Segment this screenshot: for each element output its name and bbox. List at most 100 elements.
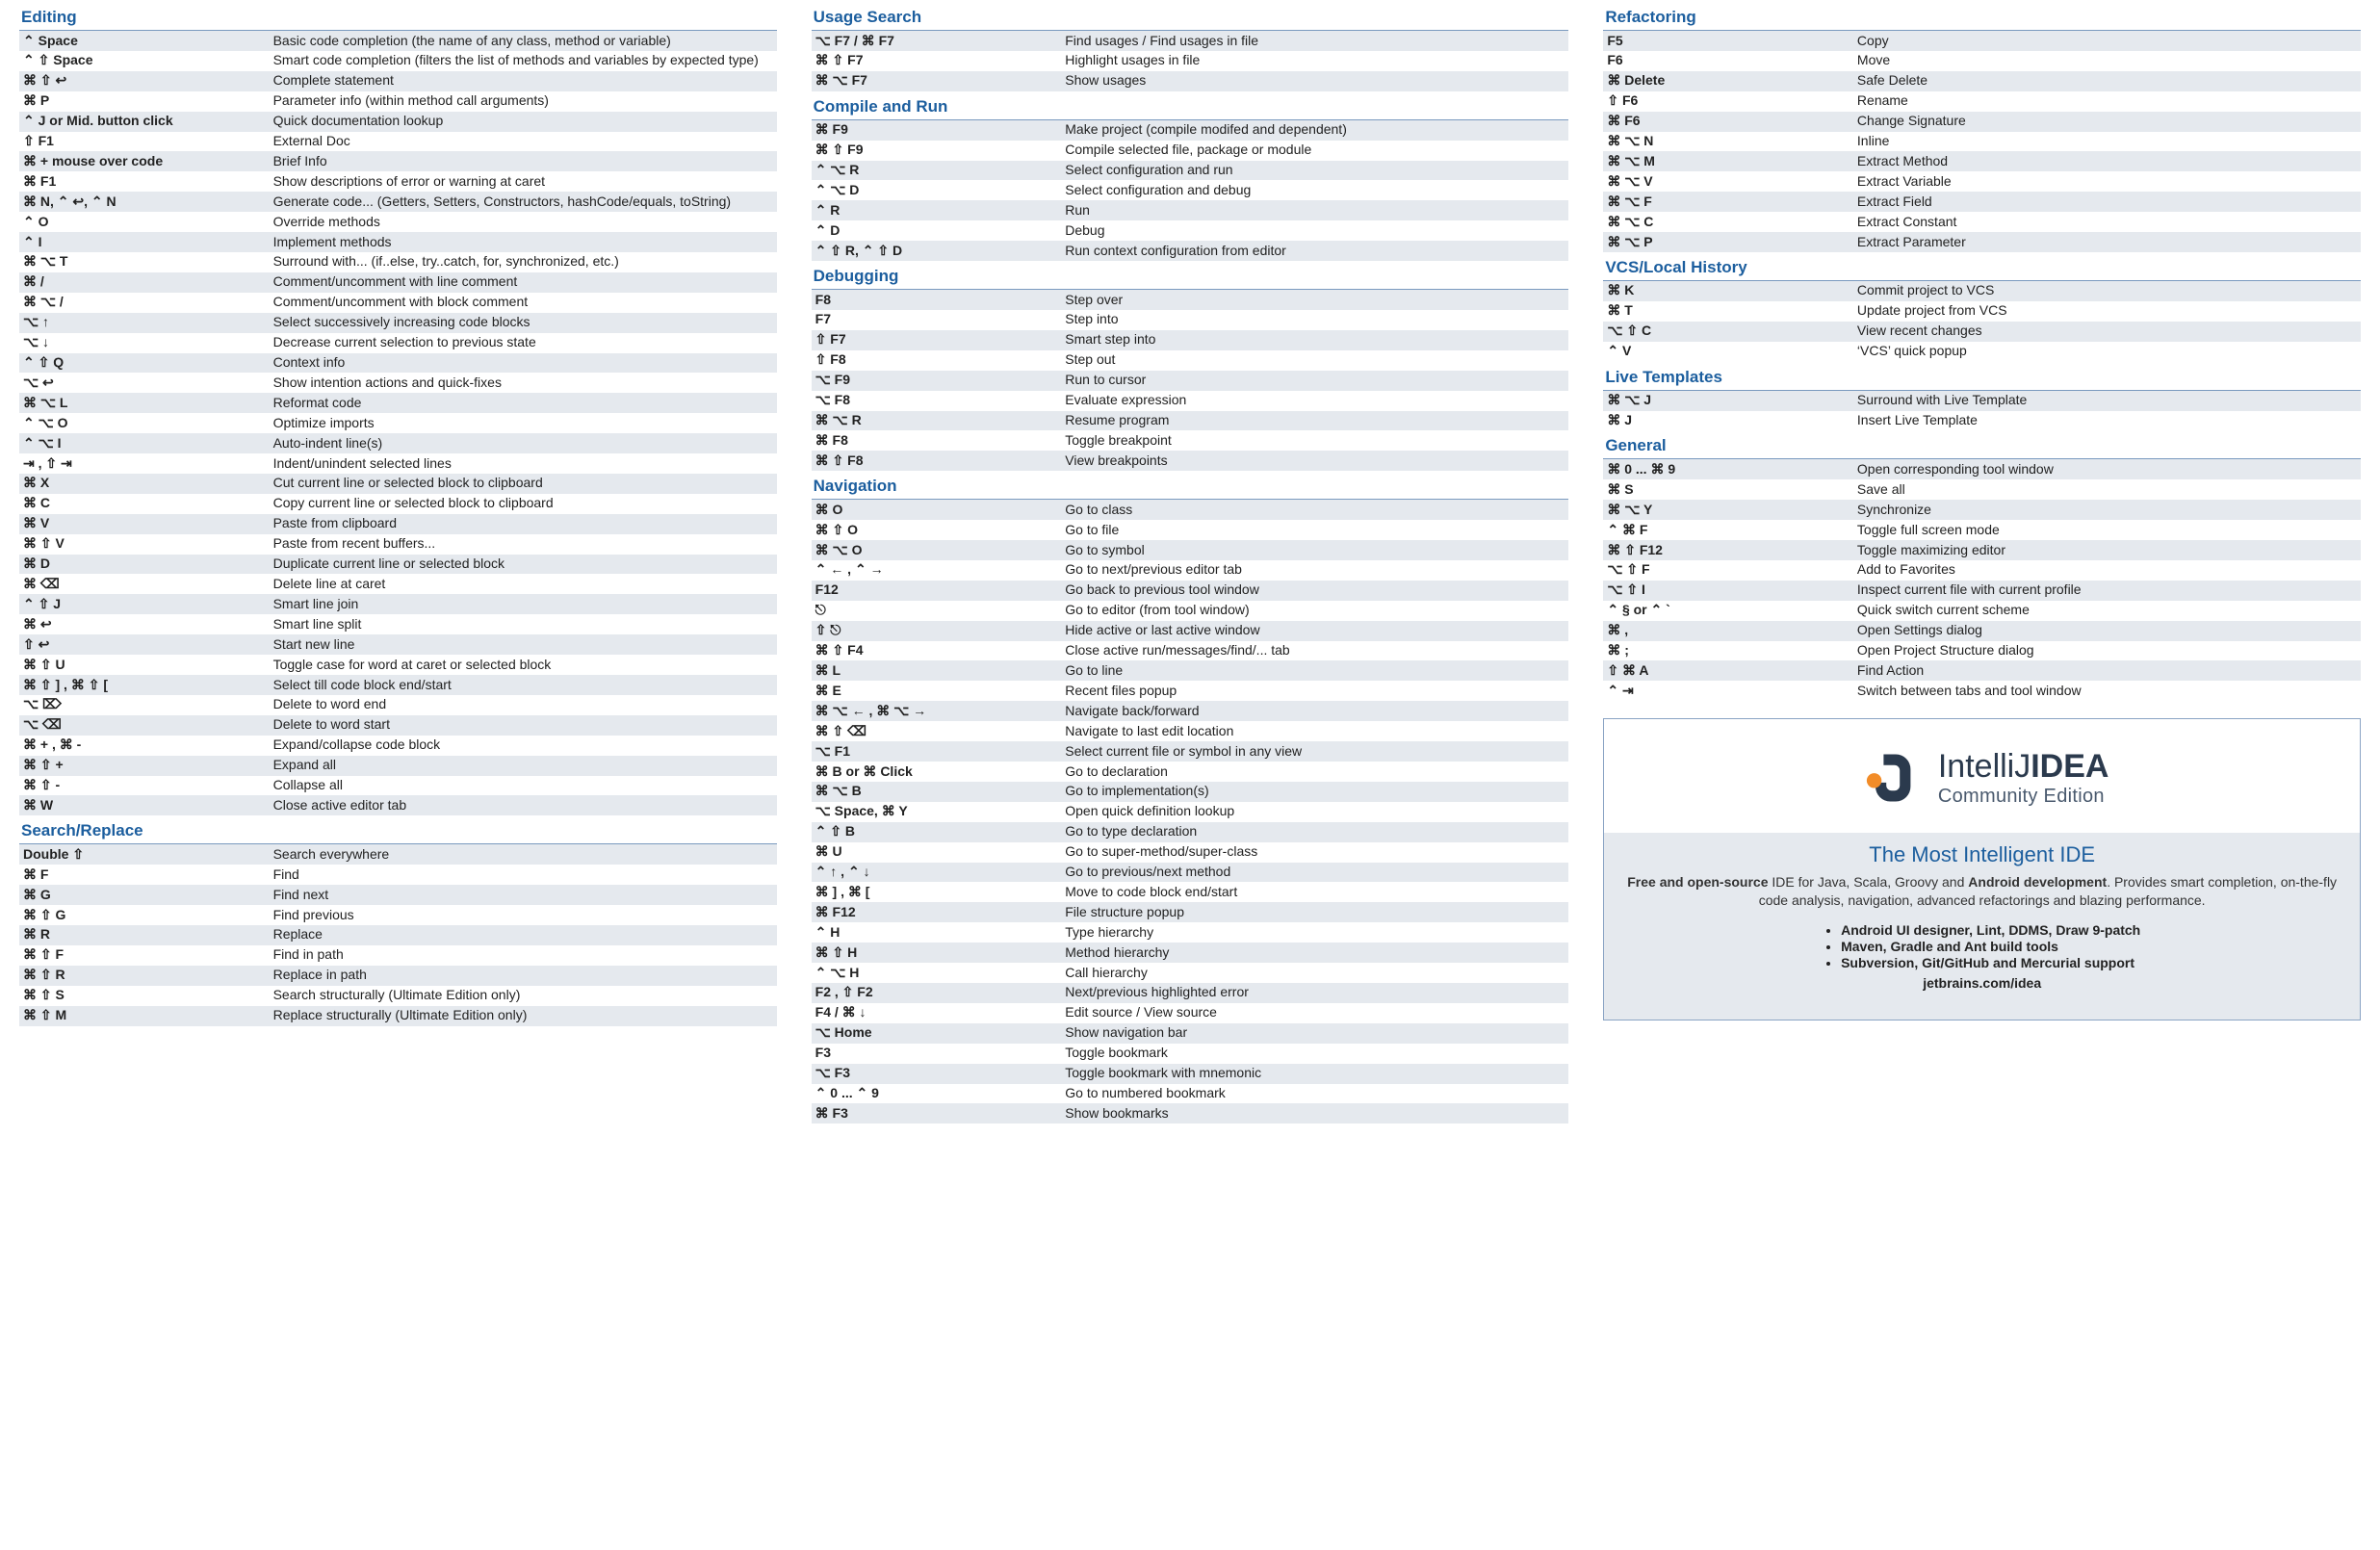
shortcut-description: Expand all bbox=[270, 756, 777, 776]
shortcut-keys: ⌘ F9 bbox=[812, 120, 1062, 141]
table-row: ⌘ F3Show bookmarks bbox=[812, 1103, 1569, 1124]
shortcut-description: Type hierarchy bbox=[1061, 922, 1568, 943]
shortcut-description: Go to next/previous editor tab bbox=[1061, 560, 1568, 581]
shortcut-description: Smart line split bbox=[270, 614, 777, 634]
table-row: ⌃ ⌥ OOptimize imports bbox=[19, 413, 777, 433]
shortcut-keys: ⇧ ⎋ bbox=[812, 621, 1062, 641]
shortcut-table: F8Step overF7Step into⇧ F7Smart step int… bbox=[812, 290, 1569, 471]
shortcut-keys: ⌥ ⇧ C bbox=[1603, 322, 1853, 342]
table-row: ⌘ ⇧ F7Highlight usages in file bbox=[812, 51, 1569, 71]
table-row: ⌘ ⇧ +Expand all bbox=[19, 756, 777, 776]
section: RefactoringF5CopyF6Move⌘ DeleteSafe Dele… bbox=[1603, 6, 2361, 252]
promo-desc-text1: IDE for Java, Scala, Groovy and bbox=[1769, 874, 1969, 890]
shortcut-description: ‘VCS’ quick popup bbox=[1853, 342, 2361, 362]
table-row: ⌃ ⌘ FToggle full screen mode bbox=[1603, 520, 2361, 540]
table-row: ⌘ CCopy current line or selected block t… bbox=[19, 494, 777, 514]
shortcut-keys: ⌃ ⌥ R bbox=[812, 161, 1062, 181]
section: Usage Search⌥ F7 / ⌘ F7Find usages / Fin… bbox=[812, 6, 1569, 91]
shortcut-description: Hide active or last active window bbox=[1061, 621, 1568, 641]
shortcut-description: Delete to word start bbox=[270, 715, 777, 736]
shortcut-keys: ⌃ ← , ⌃ → bbox=[812, 560, 1062, 581]
shortcut-keys: ⌥ ↑ bbox=[19, 313, 270, 333]
shortcut-description: Context info bbox=[270, 353, 777, 374]
shortcut-description: Inline bbox=[1853, 132, 2361, 152]
table-row: ⌃ ← , ⌃ →Go to next/previous editor tab bbox=[812, 560, 1569, 581]
shortcut-description: Synchronize bbox=[1853, 500, 2361, 520]
table-row: ⌘ ⇧ SSearch structurally (Ultimate Editi… bbox=[19, 986, 777, 1006]
shortcut-keys: ⌥ ⌫ bbox=[19, 715, 270, 736]
shortcut-description: Toggle bookmark with mnemonic bbox=[1061, 1064, 1568, 1084]
shortcut-description: Navigate back/forward bbox=[1061, 701, 1568, 721]
table-row: ⌘ ⌥ VExtract Variable bbox=[1603, 171, 2361, 192]
shortcut-description: Toggle case for word at caret or selecte… bbox=[270, 655, 777, 675]
shortcut-description: Select successively increasing code bloc… bbox=[270, 313, 777, 333]
shortcut-description: Step over bbox=[1061, 290, 1568, 310]
shortcut-keys: ⌘ ⌥ Y bbox=[1603, 500, 1853, 520]
shortcut-description: Go to type declaration bbox=[1061, 822, 1568, 842]
promo-link[interactable]: jetbrains.com/idea bbox=[1625, 975, 2339, 1004]
table-row: ⌘ ⇧ F9Compile selected file, package or … bbox=[812, 141, 1569, 161]
table-row: ⌥ HomeShow navigation bar bbox=[812, 1023, 1569, 1044]
shortcut-description: Step out bbox=[1061, 350, 1568, 371]
section: General⌘ 0 ... ⌘ 9Open corresponding too… bbox=[1603, 434, 2361, 701]
section: VCS/Local History⌘ KCommit project to VC… bbox=[1603, 256, 2361, 362]
section-title: Usage Search bbox=[812, 6, 1569, 31]
shortcut-keys: ⌘ , bbox=[1603, 621, 1853, 641]
section-title: Navigation bbox=[812, 475, 1569, 500]
shortcut-keys: ⌃ 0 ... ⌃ 9 bbox=[812, 1084, 1062, 1104]
table-row: ⌘ ⌥ BGo to implementation(s) bbox=[812, 782, 1569, 802]
shortcut-keys: ⌘ ⇧ V bbox=[19, 534, 270, 555]
shortcut-keys: ⌘ ⇧ ↩ bbox=[19, 71, 270, 91]
table-row: ⌥ F7 / ⌘ F7Find usages / Find usages in … bbox=[812, 31, 1569, 51]
table-row: ⌘ + mouse over codeBrief Info bbox=[19, 151, 777, 171]
shortcut-keys: ⌃ J or Mid. button click bbox=[19, 112, 270, 132]
shortcut-keys: ⌥ F9 bbox=[812, 371, 1062, 391]
table-row: ⌘ ⌥ /Comment/uncomment with block commen… bbox=[19, 293, 777, 313]
shortcut-keys: ⌃ § or ⌃ ` bbox=[1603, 601, 1853, 621]
shortcut-table: ⌘ OGo to class⌘ ⇧ OGo to file⌘ ⌥ OGo to … bbox=[812, 500, 1569, 1124]
table-row: ⌘ TUpdate project from VCS bbox=[1603, 301, 2361, 322]
shortcut-description: Surround with... (if..else, try..catch, … bbox=[270, 252, 777, 272]
shortcut-keys: ⌘ C bbox=[19, 494, 270, 514]
table-row: ⌥ ⇧ FAdd to Favorites bbox=[1603, 560, 2361, 581]
table-row: ⌘ ⇧ ⌫Navigate to last edit location bbox=[812, 721, 1569, 741]
shortcut-keys: ⌘ G bbox=[19, 885, 270, 905]
shortcut-keys: ⌘ N, ⌃ ↩, ⌃ N bbox=[19, 192, 270, 212]
shortcut-description: Comment/uncomment with line comment bbox=[270, 272, 777, 293]
shortcut-keys: Double ⇧ bbox=[19, 844, 270, 865]
shortcut-keys: ⌃ ⇧ Q bbox=[19, 353, 270, 374]
shortcut-description: Evaluate expression bbox=[1061, 391, 1568, 411]
shortcut-description: View breakpoints bbox=[1061, 451, 1568, 471]
section: Compile and Run⌘ F9Make project (compile… bbox=[812, 95, 1569, 261]
shortcut-keys: ⌥ Home bbox=[812, 1023, 1062, 1044]
shortcut-description: Start new line bbox=[270, 634, 777, 655]
table-row: ⌘ FFind bbox=[19, 865, 777, 885]
table-row: ⌘ DDuplicate current line or selected bl… bbox=[19, 555, 777, 575]
shortcut-keys: F3 bbox=[812, 1044, 1062, 1064]
table-row: ⌃ ⇧ BGo to type declaration bbox=[812, 822, 1569, 842]
shortcut-description: Quick switch current scheme bbox=[1853, 601, 2361, 621]
shortcut-keys: ⌘ F3 bbox=[812, 1103, 1062, 1124]
shortcut-description: Debug bbox=[1061, 220, 1568, 241]
shortcut-description: Go to numbered bookmark bbox=[1061, 1084, 1568, 1104]
shortcut-description: Open corresponding tool window bbox=[1853, 459, 2361, 479]
table-row: ⇥ , ⇧ ⇥Indent/unindent selected lines bbox=[19, 453, 777, 474]
promo-header: IntelliJIDEA Community Edition bbox=[1604, 719, 2360, 833]
table-row: ⌘ ⇧ OGo to file bbox=[812, 520, 1569, 540]
shortcut-description: Copy bbox=[1853, 31, 2361, 51]
shortcut-description: Show usages bbox=[1061, 71, 1568, 91]
shortcut-keys: ⌃ Space bbox=[19, 31, 270, 51]
shortcut-description: Edit source / View source bbox=[1061, 1003, 1568, 1023]
table-row: ⌃ ⇧ QContext info bbox=[19, 353, 777, 374]
shortcut-description: Add to Favorites bbox=[1853, 560, 2361, 581]
table-row: ⌘ ⇧ HMethod hierarchy bbox=[812, 943, 1569, 963]
table-row: ⌃ SpaceBasic code completion (the name o… bbox=[19, 31, 777, 51]
shortcut-keys: ⌘ ⌫ bbox=[19, 574, 270, 594]
shortcut-keys: ⌘ ⇧ F9 bbox=[812, 141, 1062, 161]
shortcut-keys: ⌘ ⇧ F bbox=[19, 945, 270, 966]
table-row: ⌥ ⌦Delete to word end bbox=[19, 695, 777, 715]
table-row: ⌥ ↑Select successively increasing code b… bbox=[19, 313, 777, 333]
section: Live Templates⌘ ⌥ JSurround with Live Te… bbox=[1603, 366, 2361, 431]
shortcut-keys: ⌥ F8 bbox=[812, 391, 1062, 411]
shortcut-description: Go back to previous tool window bbox=[1061, 581, 1568, 601]
